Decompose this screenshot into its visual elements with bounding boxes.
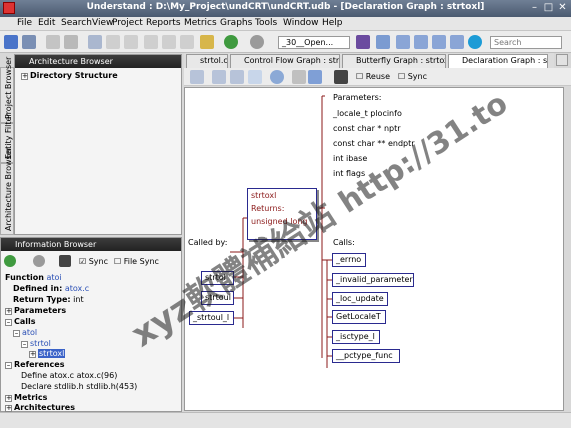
call-tree-item[interactable]: – strtol <box>21 339 51 348</box>
callee-node[interactable]: _errno <box>332 253 366 267</box>
tab-strtol-c[interactable]: strtol.c <box>186 54 228 68</box>
tab-architecture-browser[interactable]: Architecture Browser <box>0 147 14 235</box>
metrics-node[interactable]: + Metrics <box>5 393 47 402</box>
menu-graphs[interactable]: Graphs <box>220 18 252 28</box>
info-forward-icon[interactable] <box>33 255 45 267</box>
history-combo[interactable]: _30__Open... <box>278 36 350 49</box>
architectures-node[interactable]: + Architectures <box>5 403 75 412</box>
window-title: Understand : D:\My_Project\undCRT\undCRT… <box>86 2 485 12</box>
tab-control-flow-graph[interactable]: Control Flow Graph : strtoxl <box>230 54 340 68</box>
parameter-item: _locale_t plocinfo <box>333 109 402 118</box>
call-tree-item[interactable]: + strtoxl <box>29 349 66 358</box>
menu-file[interactable]: File <box>17 18 32 28</box>
graph-export-icon[interactable] <box>230 70 244 84</box>
redo-icon[interactable] <box>124 35 138 49</box>
forward-icon[interactable] <box>250 35 264 49</box>
copy-icon[interactable] <box>162 35 176 49</box>
graph-icon[interactable] <box>396 35 410 49</box>
tab-declaration-graph[interactable]: Declaration Graph : strtoxl <box>448 54 548 68</box>
menu-project[interactable]: Project <box>112 18 143 28</box>
document-tabs: strtol.c Control Flow Graph : strtoxl Bu… <box>184 53 554 68</box>
add-icon[interactable] <box>468 35 482 49</box>
close-icon[interactable]: ✕ <box>556 2 569 14</box>
references-node[interactable]: – References <box>5 360 65 369</box>
title-bar: Understand : D:\My_Project\undCRT\undCRT… <box>0 0 571 17</box>
zoom-icon[interactable] <box>270 70 284 84</box>
calls-node[interactable]: – Calls <box>5 317 36 326</box>
menu-window[interactable]: Window <box>283 18 319 28</box>
menu-metrics[interactable]: Metrics <box>184 18 217 28</box>
metrics-icon[interactable] <box>414 35 428 49</box>
graph-sync-checkbox[interactable]: ☐ Sync <box>398 72 427 81</box>
reference-define[interactable]: Define atox.c atox.c(96) <box>21 371 117 380</box>
menu-bar: File Edit Search View Project Reports Me… <box>0 17 571 31</box>
callee-node[interactable]: GetLocaleT <box>332 310 386 324</box>
parameter-item: const char * nptr <box>333 124 401 133</box>
window-icon[interactable] <box>450 35 464 49</box>
expand-icon[interactable]: + <box>21 73 28 80</box>
status-bar <box>0 412 571 428</box>
menu-view[interactable]: View <box>92 18 113 28</box>
callee-node[interactable]: __pctype_func <box>332 349 400 363</box>
cut-icon[interactable] <box>144 35 158 49</box>
menu-tools[interactable]: Tools <box>255 18 277 28</box>
sync-checkbox[interactable]: ☑ Sync <box>79 257 108 266</box>
graph-binoculars-icon[interactable] <box>334 70 348 84</box>
tab-close-icon[interactable] <box>556 54 568 66</box>
architecture-browser-pane: Architecture Browser + Directory Structur… <box>14 54 182 235</box>
graph-layout-icon[interactable] <box>248 70 262 84</box>
callee-node[interactable]: _invalid_parameter <box>332 273 414 287</box>
report-icon[interactable] <box>432 35 446 49</box>
tab-butterfly-graph[interactable]: Butterfly Graph : strtoxl <box>342 54 446 68</box>
edit-icon[interactable] <box>64 35 78 49</box>
browse-icon[interactable] <box>376 35 390 49</box>
save-icon[interactable] <box>88 35 102 49</box>
graph-toolbar: ☐ Reuse ☐ Sync <box>184 68 571 86</box>
function-row: Function atoi <box>5 273 62 282</box>
menu-edit[interactable]: Edit <box>38 18 55 28</box>
menu-search[interactable]: Search <box>61 18 92 28</box>
open-icon[interactable] <box>22 35 36 49</box>
callee-node[interactable]: _isctype_l <box>332 330 380 344</box>
file-sync-checkbox[interactable]: ☐ File Sync <box>114 257 159 266</box>
return-type-row: Return Type: int <box>13 295 84 304</box>
directory-structure-item[interactable]: + Directory Structure <box>21 71 118 80</box>
graph-new-icon[interactable] <box>190 70 204 84</box>
reuse-checkbox[interactable]: ☐ Reuse <box>356 72 390 81</box>
calls-title: Calls: <box>333 238 355 247</box>
information-browser-title: Information Browser <box>1 238 181 251</box>
new-project-icon[interactable] <box>4 35 18 49</box>
bookmark-icon[interactable] <box>200 35 214 49</box>
new-file-icon[interactable] <box>46 35 60 49</box>
info-back-icon[interactable] <box>4 255 16 267</box>
search-input[interactable]: Search <box>490 36 562 49</box>
minimize-icon[interactable]: – <box>528 2 541 14</box>
graph-save-icon[interactable] <box>212 70 226 84</box>
parameters-title: Parameters: <box>333 93 382 102</box>
back-icon[interactable] <box>224 35 238 49</box>
parameters-node[interactable]: + Parameters <box>5 306 66 315</box>
analyze-icon[interactable] <box>356 35 370 49</box>
pointer-icon[interactable] <box>308 70 322 84</box>
binoculars-icon[interactable] <box>59 255 71 267</box>
paste-icon[interactable] <box>180 35 194 49</box>
menu-help[interactable]: Help <box>322 18 343 28</box>
defined-in-row: Defined in: atox.c <box>13 284 90 293</box>
call-tree-item[interactable]: – atol <box>13 328 37 337</box>
reference-declare[interactable]: Declare stdlib.h stdlib.h(453) <box>21 382 137 391</box>
called-by-title: Called by: <box>188 238 228 247</box>
callee-node[interactable]: _loc_update <box>332 292 388 306</box>
hand-icon[interactable] <box>292 70 306 84</box>
undo-icon[interactable] <box>106 35 120 49</box>
architecture-browser-title: Architecture Browser <box>15 55 181 68</box>
menu-reports[interactable]: Reports <box>146 18 181 28</box>
maximize-icon[interactable]: □ <box>542 2 555 14</box>
main-toolbar: _30__Open... Search <box>0 31 571 53</box>
